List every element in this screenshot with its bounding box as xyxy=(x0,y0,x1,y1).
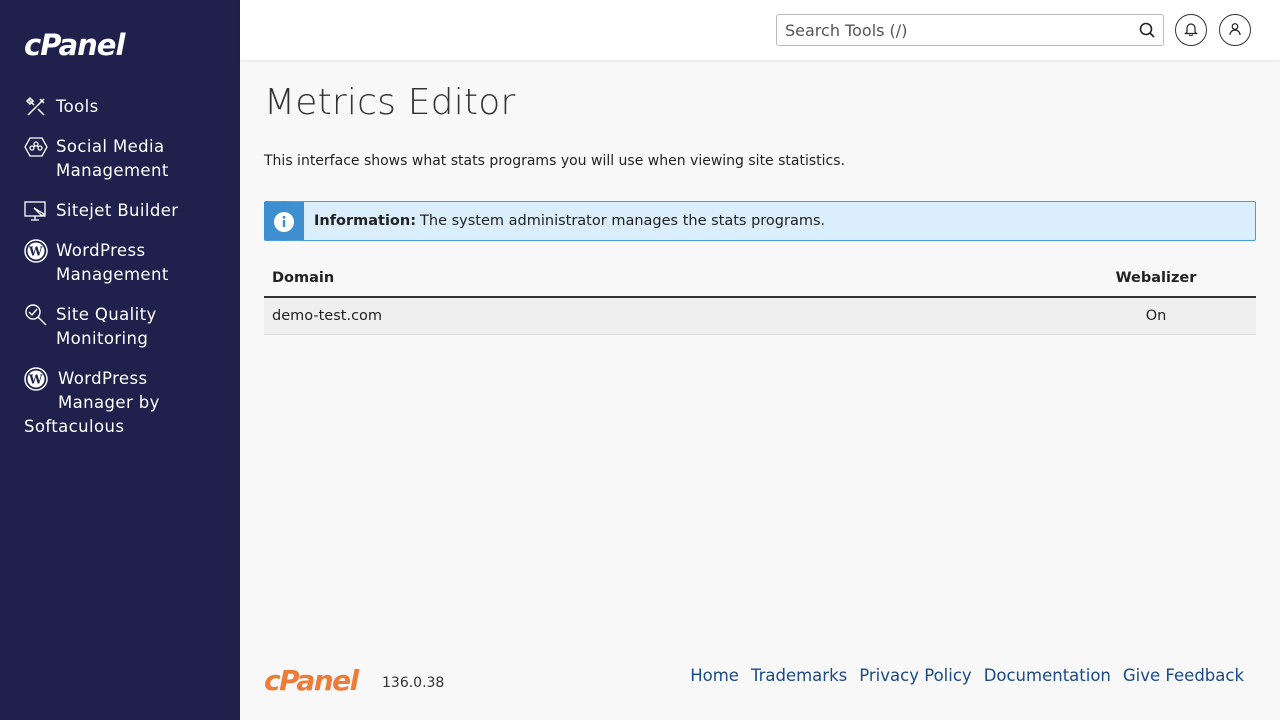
sidebar-item-site-quality[interactable]: Site Quality Monitoring xyxy=(24,303,224,351)
column-header-webalizer: Webalizer xyxy=(1056,259,1256,298)
footer-cpanel-logo[interactable]: cPanel xyxy=(264,664,359,697)
metrics-table: Domain Webalizer demo-test.com On xyxy=(264,259,1256,335)
user-menu-button[interactable] xyxy=(1219,14,1251,46)
sidebar-item-label: Site Quality Monitoring xyxy=(56,305,157,348)
table-row: demo-test.com On xyxy=(264,297,1256,335)
tools-icon xyxy=(24,95,48,119)
sidebar-item-sitejet[interactable]: Sitejet Builder xyxy=(24,199,224,223)
alert-label: Information: xyxy=(314,213,417,229)
footer-link-documentation[interactable]: Documentation xyxy=(984,666,1111,685)
alert-text: The system administrator manages the sta… xyxy=(420,213,826,229)
footer-link-trademarks[interactable]: Trademarks xyxy=(751,666,847,685)
sidebar-item-label: Social Media Management xyxy=(56,137,169,180)
sidebar-item-label: WordPress Management xyxy=(56,241,169,284)
webalizer-cell: On xyxy=(1056,297,1256,335)
sidebar-item-label: Tools xyxy=(56,97,99,116)
sidebar-item-label: WordPress Manager by xyxy=(58,369,160,412)
sidebar-item-label-continued: Softaculous xyxy=(24,417,125,436)
info-alert: Information: The system administrator ma… xyxy=(264,201,1256,241)
sidebar-item-tools[interactable]: Tools xyxy=(24,95,224,119)
sidebar-item-wordpress-softaculous[interactable]: W WordPress Manager by Softaculous xyxy=(24,367,224,439)
cpanel-logo[interactable]: cPanel xyxy=(24,28,125,62)
notifications-button[interactable] xyxy=(1175,14,1207,46)
sitejet-icon xyxy=(24,199,48,223)
site-quality-icon xyxy=(24,303,48,327)
user-icon xyxy=(1228,21,1242,40)
page-description: This interface shows what stats programs… xyxy=(264,153,845,169)
top-header xyxy=(240,0,1280,60)
search-icon[interactable] xyxy=(1139,22,1155,42)
sidebar-item-social-media[interactable]: Social Media Management xyxy=(24,135,224,183)
info-icon xyxy=(273,211,295,237)
svg-text:W: W xyxy=(28,373,43,387)
version-text: 136.0.38 xyxy=(382,675,445,691)
wordpress-icon: W xyxy=(24,367,48,391)
sidebar-nav: Tools Social Media Management Sitejet Bu… xyxy=(24,95,224,455)
column-header-domain: Domain xyxy=(264,259,1056,298)
footer-link-home[interactable]: Home xyxy=(690,666,739,685)
sidebar-item-wordpress-management[interactable]: W WordPress Management xyxy=(24,239,224,287)
bell-icon xyxy=(1184,21,1198,40)
svg-text:W: W xyxy=(28,245,43,259)
footer-links: Home Trademarks Privacy Policy Documenta… xyxy=(690,666,1244,685)
sidebar-item-label: Sitejet Builder xyxy=(56,201,179,220)
page-title: Metrics Editor xyxy=(264,82,516,123)
footer-link-privacy-policy[interactable]: Privacy Policy xyxy=(859,666,971,685)
footer: cPanel 136.0.38 Home Trademarks Privacy … xyxy=(264,662,1256,702)
social-media-icon xyxy=(24,135,48,159)
footer-link-give-feedback[interactable]: Give Feedback xyxy=(1123,666,1244,685)
search-input[interactable] xyxy=(777,15,1127,45)
table-header-row: Domain Webalizer xyxy=(264,259,1256,298)
wordpress-icon: W xyxy=(24,239,48,263)
search-box xyxy=(776,14,1164,46)
domain-cell: demo-test.com xyxy=(264,297,1056,335)
sidebar: cPanel Tools Social Media Management Sit… xyxy=(0,0,240,720)
